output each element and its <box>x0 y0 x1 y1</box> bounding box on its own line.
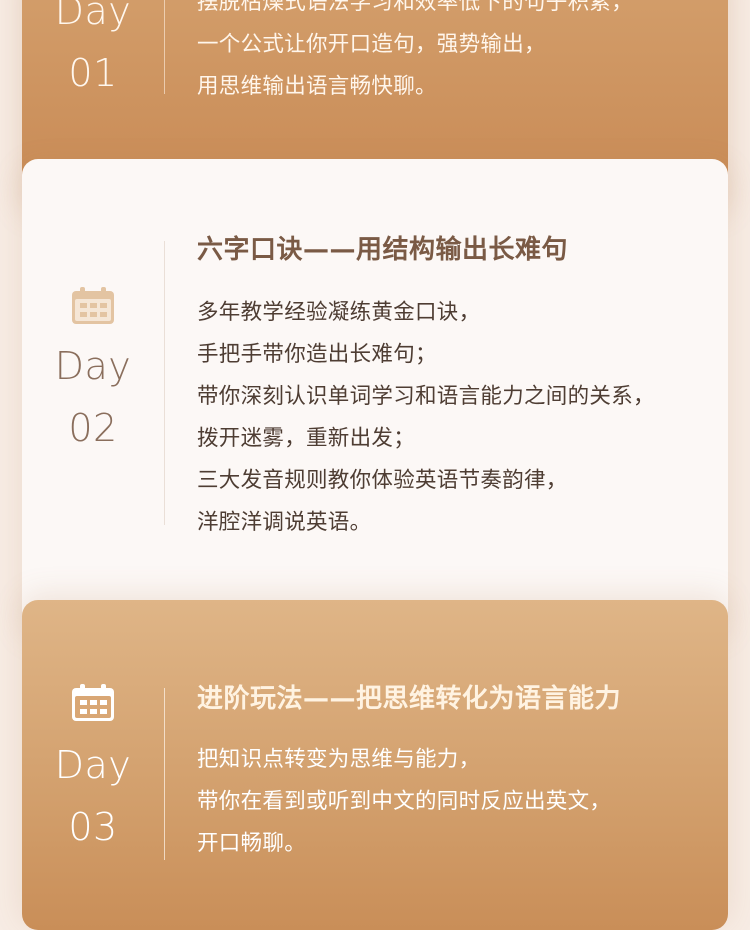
vertical-divider <box>164 0 165 94</box>
description-line: 多年教学经验凝练黄金口诀， <box>197 300 481 325</box>
day-number: 01 <box>68 51 118 95</box>
description-line: 带你深刻认识单词学习和语言能力之间的关系， <box>197 384 655 409</box>
description-line: 把知识点转变为思维与能力， <box>197 747 481 772</box>
description-line: 一个公式让你开口造句，强势输出， <box>197 32 546 57</box>
day-word: Day <box>54 743 132 787</box>
day-01-label: Day 01 <box>22 0 164 104</box>
day-word: Day <box>54 0 132 33</box>
calendar-icon <box>72 684 114 721</box>
day-02-title: 六字口诀——用结构输出长难句 <box>197 235 569 265</box>
description-line: 带你在看到或听到中文的同时反应出英文， <box>197 789 612 814</box>
day-02-label: Day 02 <box>22 287 164 459</box>
day-01-description: 摆脱枯燥式语法学习和效率低下的句子积累， 一个公式让你开口造句，强势输出， 用思… <box>197 0 633 108</box>
description-line: 开口畅聊。 <box>197 831 307 856</box>
description-line: 三大发音规则教你体验英语节奏韵律， <box>197 468 568 493</box>
day-02-card: Day 02 六字口诀——用结构输出长难句 多年教学经验凝练黄金口诀， 手把手带… <box>22 159 728 629</box>
vertical-divider <box>164 241 165 525</box>
day-02-description: 多年教学经验凝练黄金口诀， 手把手带你造出长难句； 带你深刻认识单词学习和语言能… <box>197 292 655 544</box>
description-line: 手把手带你造出长难句； <box>197 342 437 367</box>
day-03-label: Day 03 <box>22 684 164 858</box>
day-03-description: 把知识点转变为思维与能力， 带你在看到或听到中文的同时反应出英文， 开口畅聊。 <box>197 739 611 865</box>
day-03-title: 进阶玩法——把思维转化为语言能力 <box>197 684 622 714</box>
day-03-card: Day 03 进阶玩法——把思维转化为语言能力 把知识点转变为思维与能力， 带你… <box>22 600 728 930</box>
description-line: 洋腔洋调说英语。 <box>197 510 372 535</box>
description-line: 摆脱枯燥式语法学习和效率低下的句子积累， <box>197 0 634 15</box>
description-line: 用思维输出语言畅快聊。 <box>197 74 437 99</box>
day-number: 03 <box>68 805 118 849</box>
description-line: 拨开迷雾，重新出发； <box>197 426 416 451</box>
calendar-icon <box>72 287 114 324</box>
vertical-divider <box>164 688 165 860</box>
day-word: Day <box>54 344 132 388</box>
day-number: 02 <box>68 406 118 450</box>
